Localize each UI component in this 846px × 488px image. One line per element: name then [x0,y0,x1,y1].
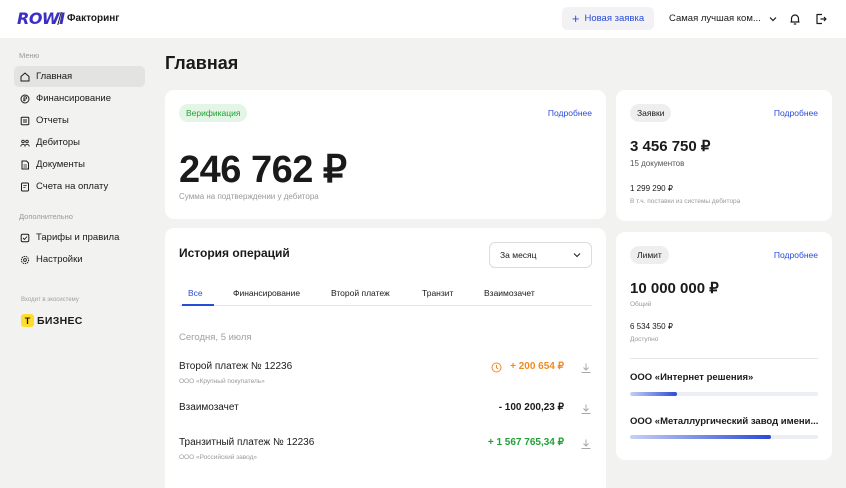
chevron-down-icon [573,253,581,258]
sidebar-item-home[interactable]: Главная [14,66,145,87]
sidebar-item-label: Счета на оплату [36,181,109,192]
tariff-icon [20,233,30,242]
product-name: Факторинг [67,13,120,24]
limit-total-caption: Общий [630,301,652,308]
invoice-icon [21,182,29,191]
operation-counterparty: ООО «Крупный покупатель» [179,378,265,385]
company-name: Самая лучшая ком... [669,13,761,24]
history-card: История операций За месяц Все Финансиров… [165,228,606,488]
debtor-limit-bar [630,392,818,396]
operation-amount: + 200 654 ₽ [510,361,564,372]
divider [630,358,818,359]
requests-more-link[interactable]: Подробнее [774,108,818,118]
debtor-limit-name[interactable]: ООО «Металлургический завод имени...» [630,416,818,427]
sidebar-item-label: Финансирование [36,93,111,104]
logout-icon[interactable] [814,12,828,26]
bell-icon[interactable] [788,12,802,26]
supplies-amount: 1 299 290 ₽ [630,184,673,193]
tab-transit[interactable]: Транзит [422,288,453,298]
limit-available-caption: Доступно [630,336,659,343]
t-business-logo[interactable]: Т БИЗНЕС [21,314,83,327]
date-header: Сегодня, 5 июля [179,332,252,343]
t-logo-icon: Т [21,314,34,327]
limit-available: 6 534 350 ₽ [630,322,673,331]
debtors-icon [20,139,30,147]
sidebar-item-label: Главная [36,71,73,82]
verification-caption: Сумма на подтверждении у дебитора [179,192,319,201]
operation-counterparty: ООО «Российский завод» [179,454,258,461]
sidebar-item-reports[interactable]: Отчеты [14,110,145,131]
sidebar-item-label: Документы [36,159,85,170]
sidebar-item-tariffs[interactable]: Тарифы и правила [14,227,145,248]
period-value: За месяц [500,250,537,260]
tab-second-payment[interactable]: Второй платеж [331,288,390,298]
verification-badge: Верификация [179,104,248,122]
tab-financing[interactable]: Финансирование [233,288,300,298]
tab-offset[interactable]: Взаимозачет [484,288,535,298]
history-title: История операций [179,246,290,260]
report-icon [20,116,30,125]
gear-icon [20,255,30,264]
ruble-icon [20,94,30,103]
t-business-name: БИЗНЕС [37,314,83,327]
debtor-limit-fill [630,392,677,396]
debtor-limit-name[interactable]: ООО «Интернет решения» [630,372,818,383]
sidebar-item-label: Настройки [36,254,83,265]
chevron-down-icon [769,16,777,21]
debtor-limit-bar [630,435,818,439]
verification-more-link[interactable]: Подробнее [548,108,592,118]
operation-title: Взаимозачет [179,402,239,413]
sidebar-item-invoices[interactable]: Счета на оплату [14,176,145,197]
download-icon[interactable] [580,403,592,415]
operation-title: Транзитный платеж № 12236 [179,437,315,448]
supplies-caption: В т.ч. поставки из системы дебитора [630,198,741,205]
home-icon [20,71,30,81]
company-selector[interactable]: Самая лучшая ком... [669,13,777,24]
document-icon [21,160,29,169]
operation-title: Второй платеж № 12236 [179,361,293,372]
active-tab-indicator [182,304,214,306]
sidebar-item-label: Тарифы и правила [36,232,120,243]
new-request-button[interactable]: + Новая заявка [562,7,654,30]
limit-more-link[interactable]: Подробнее [774,250,818,260]
limit-badge: Лимит [630,246,669,264]
page-title: Главная [165,53,239,73]
debtor-limit-fill [630,435,771,439]
operation-amount: + 1 567 765,34 ₽ [487,437,564,448]
sidebar-item-label: Дебиторы [36,137,80,148]
plus-icon: + [571,11,580,26]
sidebar-item-debtors[interactable]: Дебиторы [14,132,145,153]
requests-card: Заявки Подробнее 3 456 750 ₽ 15 документ… [616,90,832,221]
new-request-label: Новая заявка [584,13,645,24]
sidebar: Меню Главная Финансирование Отчеты Дебит… [0,38,152,488]
tab-all[interactable]: Все [188,288,203,298]
verification-card: Верификация Подробнее 246 762 ₽ Сумма на… [165,90,606,219]
sidebar-item-financing[interactable]: Финансирование [14,88,145,109]
period-select[interactable]: За месяц [489,242,592,268]
sidebar-item-documents[interactable]: Документы [14,154,145,175]
top-bar: ROWI Факторинг + Новая заявка Самая лучш… [0,0,846,38]
extra-section-title: Дополнительно [19,212,73,221]
requests-amount: 3 456 750 ₽ [630,138,711,155]
sidebar-item-label: Отчеты [36,115,69,126]
download-icon[interactable] [580,438,592,450]
clock-icon [491,362,502,373]
rowi-logo[interactable]: ROWI [17,9,65,28]
sidebar-item-settings[interactable]: Настройки [14,249,145,270]
limit-total: 10 000 000 ₽ [630,280,719,297]
requests-badge: Заявки [630,104,672,122]
operation-amount: - 100 200,23 ₽ [498,402,564,413]
history-tabs: Все Финансирование Второй платеж Транзит… [179,286,592,306]
ecosystem-label: Входит в экосистему [21,297,79,303]
download-icon[interactable] [580,362,592,374]
verification-amount: 246 762 ₽ [179,149,347,191]
limit-card: Лимит Подробнее 10 000 000 ₽ Общий 6 534… [616,232,832,460]
menu-section-title: Меню [19,51,40,60]
requests-count: 15 документов [630,159,685,168]
